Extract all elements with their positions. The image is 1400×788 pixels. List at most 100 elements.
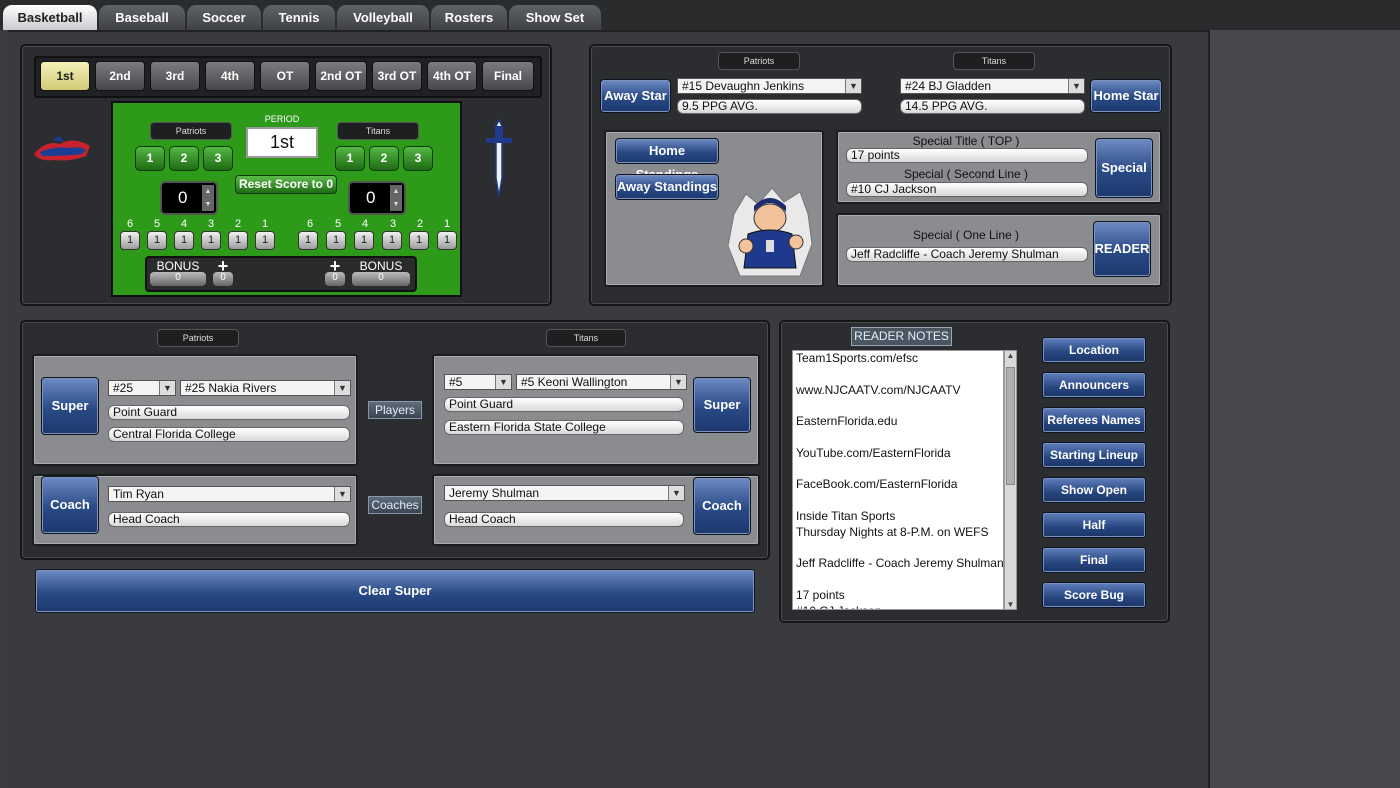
home-star-value: #24 BJ Gladden xyxy=(905,79,992,93)
away-foul-button[interactable]: 1 xyxy=(174,231,194,250)
special-oneline-field[interactable]: Jeff Radcliffe - Coach Jeremy Shulman xyxy=(846,247,1088,262)
home-score-input[interactable]: 0 ▲ ▼ xyxy=(348,181,406,215)
period-4th-button[interactable]: 4th xyxy=(205,61,255,91)
reset-score-button[interactable]: Reset Score to 0 xyxy=(235,175,337,194)
location-button[interactable]: Location xyxy=(1042,337,1146,363)
coaches-button[interactable]: Coaches xyxy=(368,496,422,514)
home-plus-toggle[interactable]: 0 xyxy=(325,272,345,286)
period-1st-button[interactable]: 1st xyxy=(40,61,90,91)
away-super-button[interactable]: Super xyxy=(41,377,99,435)
home-star-button[interactable]: Home Star xyxy=(1090,79,1162,113)
home-bonus-toggle[interactable]: 0 xyxy=(352,272,410,286)
away-number-select[interactable]: #25 ▼ xyxy=(108,380,176,396)
chevron-down-icon: ▼ xyxy=(845,79,861,93)
home-foul-button[interactable]: 1 xyxy=(354,231,374,250)
home-score-spinner[interactable]: ▲ ▼ xyxy=(390,185,402,211)
away-add-3-button[interactable]: 3 xyxy=(203,146,233,171)
period-ot-button[interactable]: OT xyxy=(260,61,310,91)
away-position-field[interactable]: Point Guard xyxy=(108,405,350,420)
scrollbar-thumb[interactable] xyxy=(1006,367,1015,485)
away-foul-button[interactable]: 1 xyxy=(120,231,140,250)
home-add-2-button[interactable]: 2 xyxy=(369,146,399,171)
special-second-label: Special ( Second Line ) xyxy=(903,167,1029,181)
home-super-button[interactable]: Super xyxy=(693,377,751,433)
home-bonus-label: BONUS xyxy=(359,259,403,273)
scroll-down-icon[interactable]: ▼ xyxy=(1005,600,1016,609)
home-foul-button[interactable]: 1 xyxy=(437,231,457,250)
special-button[interactable]: Special xyxy=(1095,138,1153,198)
away-foul-button[interactable]: 1 xyxy=(201,231,221,250)
chevron-down-icon: ▼ xyxy=(668,486,684,500)
final-button[interactable]: Final xyxy=(1042,547,1146,573)
away-coach-select[interactable]: Tim Ryan ▼ xyxy=(108,486,351,502)
away-star-button[interactable]: Away Star xyxy=(600,79,671,113)
starting-lineup-button[interactable]: Starting Lineup xyxy=(1042,442,1146,468)
period-2nd-ot-button[interactable]: 2nd OT xyxy=(315,61,367,91)
home-foul-button[interactable]: 1 xyxy=(326,231,346,250)
chevron-down-icon: ▼ xyxy=(670,375,686,389)
home-add-1-button[interactable]: 1 xyxy=(335,146,365,171)
away-score-input[interactable]: 0 ▲ ▼ xyxy=(160,181,218,215)
special-title-field[interactable]: 17 points xyxy=(846,148,1088,163)
period-2nd-button[interactable]: 2nd xyxy=(95,61,145,91)
home-coach-title-field[interactable]: Head Coach xyxy=(444,512,684,527)
period-3rd-ot-button[interactable]: 3rd OT xyxy=(372,61,422,91)
home-foul-button[interactable]: 1 xyxy=(382,231,402,250)
reader-button[interactable]: READER xyxy=(1093,221,1151,277)
players-button[interactable]: Players xyxy=(368,401,422,419)
away-foul-button[interactable]: 1 xyxy=(228,231,248,250)
home-position-field[interactable]: Point Guard xyxy=(444,397,684,412)
chevron-down-icon: ▼ xyxy=(495,375,511,389)
period-3rd-button[interactable]: 3rd xyxy=(150,61,200,91)
home-coach-button[interactable]: Coach xyxy=(693,477,751,535)
score-bug-button[interactable]: Score Bug xyxy=(1042,582,1146,608)
scroll-up-icon[interactable]: ▲ xyxy=(1005,351,1016,360)
away-standings-button[interactable]: Away Standings xyxy=(615,174,719,200)
chevron-down-icon: ▼ xyxy=(334,487,350,501)
period-final-button[interactable]: Final xyxy=(482,61,534,91)
side-strip xyxy=(1208,30,1400,788)
referees-names-button[interactable]: Referees Names xyxy=(1042,407,1146,433)
away-school-field[interactable]: Central Florida College xyxy=(108,427,350,442)
home-player-value: #5 Keoni Wallington xyxy=(521,375,628,389)
home-standings-button[interactable]: Home Standings xyxy=(615,138,719,182)
away-player-select[interactable]: #25 Nakia Rivers ▼ xyxy=(180,380,351,396)
clear-super-button[interactable]: Clear Super xyxy=(35,569,755,613)
home-coach-select[interactable]: Jeremy Shulman ▼ xyxy=(444,485,685,501)
tab-show-set[interactable]: Show Set xyxy=(508,4,602,30)
away-coach-button[interactable]: Coach xyxy=(41,476,99,534)
half-button[interactable]: Half xyxy=(1042,512,1146,538)
announcers-button[interactable]: Announcers xyxy=(1042,372,1146,398)
reader-notes-textarea[interactable]: Team1Sports.com/efsc www.NJCAATV.com/NJC… xyxy=(792,350,1004,610)
home-star-select[interactable]: #24 BJ Gladden ▼ xyxy=(900,78,1085,94)
special-second-field[interactable]: #10 CJ Jackson xyxy=(846,182,1088,197)
away-star-stat-field[interactable]: 9.5 PPG AVG. xyxy=(677,99,862,114)
home-add-3-button[interactable]: 3 xyxy=(403,146,433,171)
away-score-spinner[interactable]: ▲ ▼ xyxy=(202,185,214,211)
tab-soccer[interactable]: Soccer xyxy=(186,4,262,30)
tab-rosters[interactable]: Rosters xyxy=(430,4,508,30)
home-player-select[interactable]: #5 Keoni Wallington ▼ xyxy=(516,374,687,390)
home-star-stat-field[interactable]: 14.5 PPG AVG. xyxy=(900,99,1085,114)
away-foul-button[interactable]: 1 xyxy=(147,231,167,250)
tab-tennis[interactable]: Tennis xyxy=(262,4,336,30)
away-coach-title-field[interactable]: Head Coach xyxy=(108,512,350,527)
away-add-1-button[interactable]: 1 xyxy=(135,146,165,171)
away-bonus-toggle[interactable]: 0 xyxy=(150,272,206,286)
tab-volleyball[interactable]: Volleyball xyxy=(336,4,430,30)
away-foul-label: 5 xyxy=(153,218,161,230)
period-4th-ot-button[interactable]: 4th OT xyxy=(427,61,477,91)
away-star-select[interactable]: #15 Devaughn Jenkins ▼ xyxy=(677,78,862,94)
reader-notes-scrollbar[interactable]: ▲ ▼ xyxy=(1004,350,1017,610)
away-add-2-button[interactable]: 2 xyxy=(169,146,199,171)
home-foul-button[interactable]: 1 xyxy=(298,231,318,250)
away-foul-button[interactable]: 1 xyxy=(255,231,275,250)
tab-baseball[interactable]: Baseball xyxy=(98,4,186,30)
home-number-select[interactable]: #5 ▼ xyxy=(444,374,512,390)
tab-basketball[interactable]: Basketball xyxy=(2,4,98,30)
home-foul-button[interactable]: 1 xyxy=(409,231,429,250)
home-school-field[interactable]: Eastern Florida State College xyxy=(444,420,684,435)
show-open-button[interactable]: Show Open xyxy=(1042,477,1146,503)
away-plus-toggle[interactable]: 0 xyxy=(213,272,233,286)
away-foul-label: 2 xyxy=(234,218,242,230)
